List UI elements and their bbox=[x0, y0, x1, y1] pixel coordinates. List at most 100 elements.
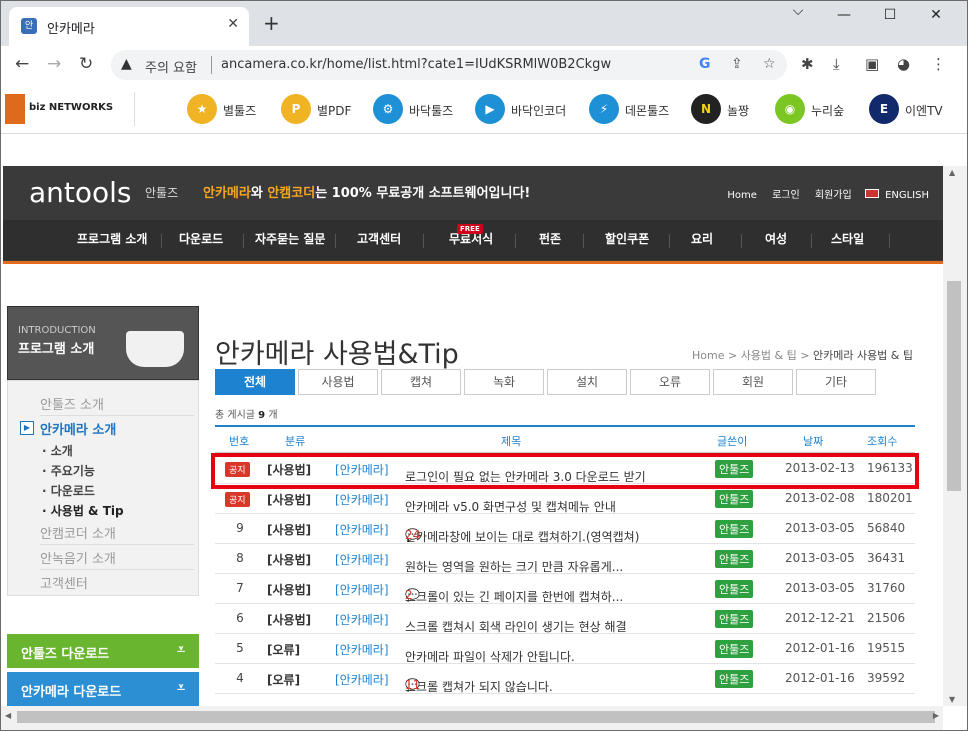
sidebar-sub-intro[interactable]: · 소개 bbox=[42, 442, 73, 459]
post-prefix[interactable]: [안카메라] bbox=[335, 671, 389, 688]
bookmark-star-icon[interactable]: ☆ bbox=[763, 56, 776, 72]
tab-usage[interactable]: 사용법 bbox=[298, 369, 378, 395]
sidebar-sub-usage[interactable]: · 사용법 & Tip bbox=[42, 502, 124, 519]
profile-avatar-icon[interactable]: ◕ bbox=[897, 55, 910, 73]
tab-all[interactable]: 전체 bbox=[215, 369, 295, 395]
scroll-thumb[interactable] bbox=[17, 711, 935, 723]
author-badge[interactable]: 안툴즈 bbox=[715, 670, 754, 688]
scroll-right-icon[interactable]: ▶ bbox=[933, 711, 939, 720]
sidebar-item-ancamera[interactable]: ▶ 안카메라 소개 bbox=[20, 416, 192, 441]
scroll-down-icon[interactable]: ▼ bbox=[949, 695, 955, 704]
minimize-button[interactable]: — bbox=[821, 7, 867, 23]
post-title-text[interactable]: 안카메라 v5.0 화면구성 및 캡쳐메뉴 안내 bbox=[405, 498, 616, 515]
share-icon[interactable]: ⇪ bbox=[731, 56, 743, 72]
post-prefix[interactable]: [안카메라] bbox=[335, 551, 389, 568]
nav-divider bbox=[669, 234, 670, 248]
signup-link[interactable]: 회원가입 bbox=[815, 190, 852, 201]
post-number: 5 bbox=[236, 641, 244, 655]
author-badge[interactable]: 안툴즈 bbox=[715, 520, 754, 538]
antools-download-button[interactable]: 안툴즈 다운로드 ⩡ bbox=[7, 634, 199, 668]
back-button[interactable]: ← bbox=[15, 54, 29, 74]
new-tab-button[interactable]: + bbox=[263, 13, 280, 33]
author-badge[interactable]: 안툴즈 bbox=[715, 550, 754, 568]
tab-member[interactable]: 회원 bbox=[713, 369, 793, 395]
sidebar-sub-download[interactable]: · 다운로드 bbox=[42, 482, 95, 499]
reload-button[interactable]: ↻ bbox=[79, 54, 93, 74]
tab-search-icon[interactable]: ⌵ bbox=[775, 3, 821, 19]
scroll-left-icon[interactable]: ◀ bbox=[5, 711, 11, 720]
post-title-text[interactable]: 원하는 영역을 원하는 크기 만큼 자유롭게... bbox=[405, 558, 623, 575]
nav-program-intro[interactable]: 프로그램 소개 bbox=[77, 230, 147, 247]
security-label[interactable]: 주의 요함 bbox=[145, 57, 197, 76]
english-link[interactable]: ENGLISH bbox=[885, 190, 929, 201]
table-row[interactable]: 6 [사용법] [안카메라] 스크롤 캡쳐시 회색 라인이 생기는 현상 해결 안툴즈 2… bbox=[215, 604, 915, 634]
table-row[interactable]: 8 [사용법] [안카메라] 원하는 영역을 원하는 크기 만큼 자유롭게... 안툴즈… bbox=[215, 544, 915, 574]
sidebar-sub-features[interactable]: · 주요기능 bbox=[42, 462, 95, 479]
post-title-text[interactable]: 스크롤 캡쳐가 되지 않습니다. bbox=[405, 678, 553, 695]
author-badge[interactable]: 안툴즈 bbox=[715, 640, 754, 658]
tab-capture[interactable]: 캡쳐 bbox=[381, 369, 461, 395]
address-bar[interactable]: ▲ 주의 요함 ancamera.co.kr/home/list.html?ca… bbox=[111, 50, 787, 80]
sidebar-item-support[interactable]: 고객센터 bbox=[40, 570, 194, 595]
maximize-button[interactable]: ☐ bbox=[867, 7, 913, 23]
star-icon: ★ bbox=[187, 94, 217, 124]
table-row[interactable]: 9 [사용법] [안카메라] 안카메라창에 보이는 대로 캡쳐하기.(영역캡쳐) 💬 2… bbox=[215, 514, 915, 544]
nav-style[interactable]: 스타일 bbox=[831, 230, 864, 247]
extensions-icon[interactable]: ✱ bbox=[801, 55, 814, 73]
breadcrumb-home[interactable]: Home bbox=[692, 349, 724, 362]
forward-button[interactable]: → bbox=[47, 54, 61, 74]
nav-download[interactable]: 다운로드 bbox=[179, 230, 223, 247]
tab-error[interactable]: 오류 bbox=[630, 369, 710, 395]
vertical-scrollbar[interactable]: ▲ ▼ bbox=[943, 166, 967, 706]
table-row[interactable]: 5 [오류] [안카메라] 안카메라 파일이 삭제가 안됩니다. 안툴즈 2012-01-… bbox=[215, 634, 915, 664]
scroll-up-icon[interactable]: ▲ bbox=[949, 168, 955, 177]
tab-etc[interactable]: 기타 bbox=[796, 369, 876, 395]
breadcrumb-usage[interactable]: 사용법 & 팁 bbox=[741, 349, 797, 362]
post-prefix[interactable]: [안카메라] bbox=[335, 521, 389, 538]
post-title-text[interactable]: 안카메라창에 보이는 대로 캡쳐하기.(영역캡쳐) bbox=[405, 528, 639, 545]
nav-free-forms[interactable]: FREE 무료서식 bbox=[449, 224, 493, 247]
biz-networks-logo[interactable]: biz NETWORKS bbox=[5, 92, 135, 126]
close-window-button[interactable]: ✕ bbox=[913, 7, 959, 23]
login-link[interactable]: 로그인 bbox=[772, 190, 800, 201]
post-title-text[interactable]: 스크롤이 있는 긴 페이지를 한번에 캡쳐하... bbox=[405, 588, 623, 605]
horizontal-scrollbar[interactable]: ◀ ▶ bbox=[1, 706, 943, 730]
post-prefix[interactable]: [안카메라] bbox=[335, 581, 389, 598]
author-badge[interactable]: 안툴즈 bbox=[715, 490, 754, 508]
nav-cooking[interactable]: 요리 bbox=[691, 230, 713, 247]
post-prefix[interactable]: [안카메라] bbox=[335, 611, 389, 628]
sidebar-item-anrecorder[interactable]: 안녹음기 소개 bbox=[40, 545, 194, 570]
author-badge[interactable]: 안툴즈 bbox=[715, 580, 754, 598]
url-text[interactable]: ancamera.co.kr/home/list.html?cate1=IUdK… bbox=[221, 57, 611, 72]
home-link[interactable]: Home bbox=[727, 190, 757, 201]
browser-tab[interactable]: 안 안카메라 ✕ bbox=[9, 7, 249, 46]
nav-faq[interactable]: 자주묻는 질문 bbox=[255, 230, 325, 247]
menu-kebab-icon[interactable]: ⋮ bbox=[931, 55, 946, 73]
sidebar-item-antools[interactable]: 안툴즈 소개 bbox=[40, 391, 194, 416]
post-prefix[interactable]: [안카메라] bbox=[335, 641, 389, 658]
scroll-thumb[interactable] bbox=[947, 281, 961, 491]
tab-close-icon[interactable]: ✕ bbox=[227, 16, 239, 32]
ancamera-download-button[interactable]: 안카메라 다운로드 ⩡ bbox=[7, 672, 199, 706]
site-logo[interactable]: antools bbox=[29, 176, 132, 209]
nav-funzone[interactable]: 펀존 bbox=[539, 230, 561, 247]
google-icon[interactable]: G bbox=[699, 56, 711, 72]
site-header: antools 안툴즈 안카메라와 안캠코더는 100% 무료공개 소프트웨어입… bbox=[3, 166, 943, 264]
nav-women[interactable]: 여성 bbox=[765, 230, 787, 247]
download-icon[interactable]: ⤓ bbox=[833, 55, 840, 73]
table-row[interactable]: 4 [오류] [안카메라] 스크롤 캡쳐가 되지 않습니다. 💬 11 안툴즈 2012-0… bbox=[215, 664, 915, 694]
nav-coupon[interactable]: 할인쿠폰 bbox=[605, 230, 649, 247]
nav-support[interactable]: 고객센터 bbox=[357, 230, 401, 247]
sidebar-item-ancamcorder[interactable]: 안캠코더 소개 bbox=[40, 520, 194, 545]
post-title-text[interactable]: 안카메라 파일이 삭제가 안됩니다. bbox=[405, 648, 575, 665]
sidepanel-icon[interactable]: ▣ bbox=[865, 55, 879, 73]
post-title-text[interactable]: 스크롤 캡쳐시 회색 라인이 생기는 현상 해결 bbox=[405, 618, 627, 635]
post-prefix[interactable]: [안카메라] bbox=[335, 491, 389, 508]
post-date: 2013-03-05 bbox=[785, 521, 855, 535]
tab-record[interactable]: 녹화 bbox=[464, 369, 544, 395]
slogan-rest: 는 100% 무료공개 소프트웨어입니다! bbox=[315, 186, 531, 201]
author-badge[interactable]: 안툴즈 bbox=[715, 610, 754, 628]
table-row[interactable]: 7 [사용법] [안카메라] 스크롤이 있는 긴 페이지를 한번에 캡쳐하... 💬 2… bbox=[215, 574, 915, 604]
warning-icon[interactable]: ▲ bbox=[121, 56, 132, 72]
tab-install[interactable]: 설치 bbox=[547, 369, 627, 395]
